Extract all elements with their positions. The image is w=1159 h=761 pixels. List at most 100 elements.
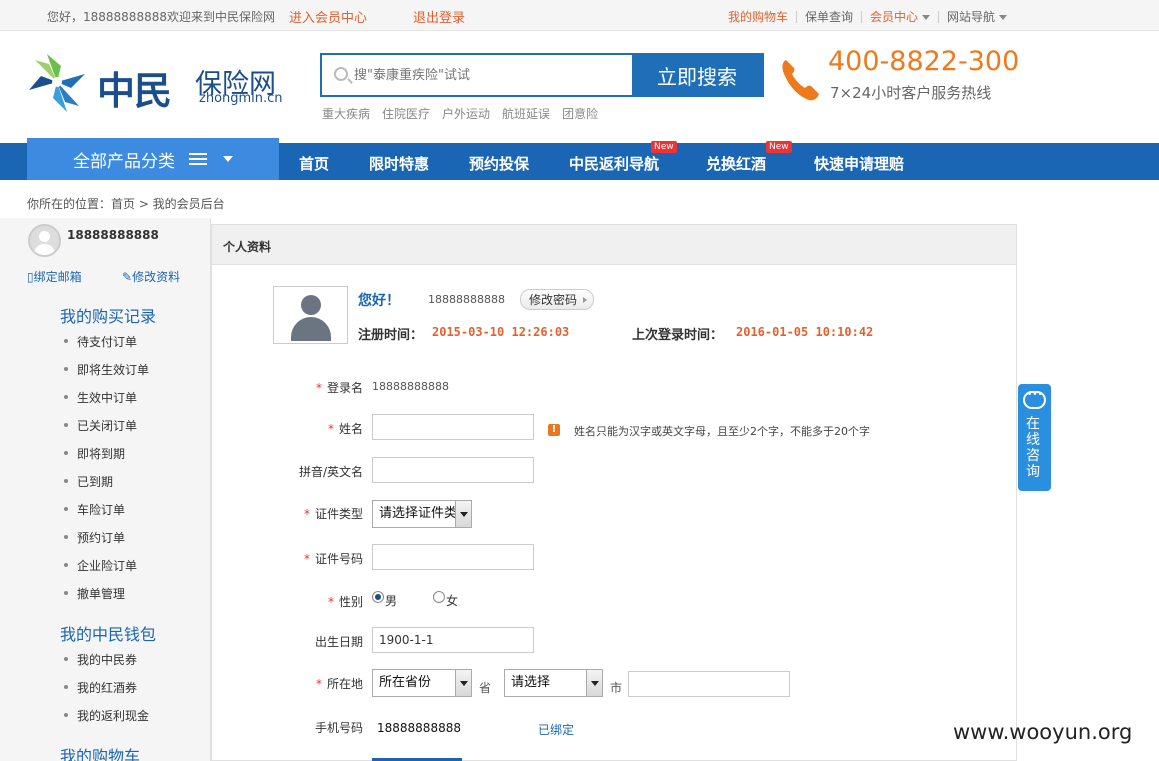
hot-keyword-link[interactable]: 住院医疗 [382,105,430,122]
sidebar-item[interactable]: 预约订单 [64,529,125,546]
all-products-label: 全部产品分类 [73,151,175,172]
name-input[interactable] [372,414,534,440]
logo-name: 中民 [97,69,172,113]
hot-keyword-link[interactable]: 团意险 [562,105,598,122]
warning-icon: ! [548,424,560,436]
sidebar-section-wallet[interactable]: 我的中民钱包 [60,621,156,645]
panel-header: 个人资料 [212,225,1016,265]
birth-date-input[interactable] [372,627,534,653]
hot-keywords: 重大疾病 住院医疗 户外运动 航班延误 团意险 [322,105,598,122]
sidebar-item[interactable]: 生效中订单 [64,389,137,406]
name-hint: 姓名只能为汉字或英文字母，且至少2个字，不能多于20个字 [574,425,870,438]
site-logo[interactable]: 中民 保险网 zhongmin.cn [27,52,287,116]
nav-item-wine[interactable]: 兑换红酒 [706,153,766,174]
birth-date-label: 出生日期 [314,635,363,649]
dropdown-arrow-icon [586,670,602,696]
gender-female-label: 女 [446,594,459,608]
edit-profile-link[interactable]: ✎修改资料 [122,268,180,285]
profile-avatar[interactable] [273,286,348,344]
sidebar-item[interactable]: 企业险订单 [64,557,137,574]
policy-query-link[interactable]: 保单查询 [805,8,853,25]
sidebar-item[interactable]: 撤单管理 [64,585,125,602]
sidebar-item[interactable]: 车险订单 [64,501,125,518]
city-unit: 市 [610,681,623,695]
province-select[interactable]: 所在省份 [372,669,472,697]
profile-panel: 个人资料 您好！ 18888888888 修改密码 注册时间： 2015-03-… [211,224,1017,761]
sidebar-item[interactable]: 已关闭订单 [64,417,137,434]
sidebar-item[interactable]: 即将到期 [64,445,125,462]
hotline-number: 400-8822-300 [828,46,1020,77]
gender-male-radio[interactable] [372,591,384,603]
bind-email-link[interactable]: ▯绑定邮箱 [27,268,82,285]
change-password-button[interactable]: 修改密码 [520,289,594,310]
pinyin-label: 拼音/英文名 [298,465,363,479]
all-products-menu[interactable]: 全部产品分类 [27,138,279,180]
list-icon [189,152,207,166]
register-time-value: 2015-03-10 12:26:03 [432,325,570,339]
sidebar-item[interactable]: 待支付订单 [64,333,137,350]
login-name-label: 登录名 [263,379,363,396]
divider [860,10,862,23]
province-value: 所在省份 [379,675,432,690]
new-badge: New [766,141,792,153]
nav-item-flash-sale[interactable]: 限时特惠 [369,153,429,174]
nav-item-home[interactable]: 首页 [299,153,329,174]
top-right-links: 我的购物车 保单查询 会员中心 网站导航 [728,8,1007,25]
sidebar-item[interactable]: 已到期 [64,473,113,490]
phone-label: 手机号码 [314,721,363,735]
profile-username: 18888888888 [428,293,505,306]
search-button[interactable]: 立即搜索 [632,55,762,95]
nav-item-rebate[interactable]: 中民返利导航 [569,153,659,174]
gender-female-radio[interactable] [433,591,445,603]
sidebar-item[interactable]: 我的中民券 [64,651,137,668]
logout-link[interactable]: 退出登录 [413,7,465,26]
pinyin-input[interactable] [372,457,534,483]
hotline-subtitle: 7×24小时客户服务热线 [830,84,992,102]
sidebar-section-purchases[interactable]: 我的购买记录 [60,303,156,327]
district-input[interactable] [628,671,790,697]
id-number-label: 证件号码 [263,550,363,567]
id-type-label: 证件类型 [263,505,363,522]
province-unit: 省 [479,681,492,695]
panel-title: 个人资料 [223,240,272,254]
hot-keyword-link[interactable]: 户外运动 [442,105,490,122]
chevron-down-icon [921,15,930,20]
chat-bubble-icon [1023,390,1046,409]
divider [795,10,797,23]
cart-link[interactable]: 我的购物车 [728,8,788,25]
phone-bound-link[interactable]: 已绑定 [538,721,574,738]
pinwheel-logo-icon [29,54,85,112]
online-consult-label: 在线咨询 [1026,416,1040,480]
location-label: 所在地 [263,675,363,692]
site-nav-dropdown[interactable]: 网站导航 [947,8,1007,25]
id-type-select[interactable]: 请选择证件类 [372,500,472,528]
city-value: 请选择 [511,675,551,690]
sidebar-item[interactable]: 我的返利现金 [64,707,149,724]
site-nav-label: 网站导航 [946,10,995,24]
enter-member-center-link[interactable]: 进入会员中心 [289,7,367,26]
sidebar-item[interactable]: 即将生效订单 [64,361,149,378]
new-badge: New [651,141,677,153]
hot-keyword-link[interactable]: 重大疾病 [322,105,370,122]
hot-keyword-link[interactable]: 航班延误 [502,105,550,122]
gender-label: 性别 [263,593,363,610]
city-select[interactable]: 请选择 [504,669,603,697]
search-input[interactable] [354,64,624,86]
hello-text: 您好！ [358,293,400,309]
sidebar-section-cart[interactable]: 我的购物车 [60,743,140,761]
edit-profile-label: 修改资料 [132,270,181,284]
dropdown-arrow-icon [455,501,471,527]
online-consult-button[interactable]: 在线咨询 [1018,384,1051,491]
id-number-input[interactable] [372,544,534,570]
avatar [28,224,61,257]
sidebar-item[interactable]: 我的红酒券 [64,679,137,696]
register-time-label: 注册时间： [358,328,424,343]
last-login-label: 上次登录时间： [632,328,724,343]
member-center-dropdown[interactable]: 会员中心 [870,8,930,25]
greeting-text: 您好，18888888888欢迎来到中民保险网 [47,10,275,24]
phone-icon [782,60,819,101]
nav-item-reserve[interactable]: 预约投保 [469,153,529,174]
sidebar-username: 18888888888 [67,228,159,242]
nav-item-claim[interactable]: 快速申请理赔 [814,153,904,174]
user-icon-body [291,317,331,341]
